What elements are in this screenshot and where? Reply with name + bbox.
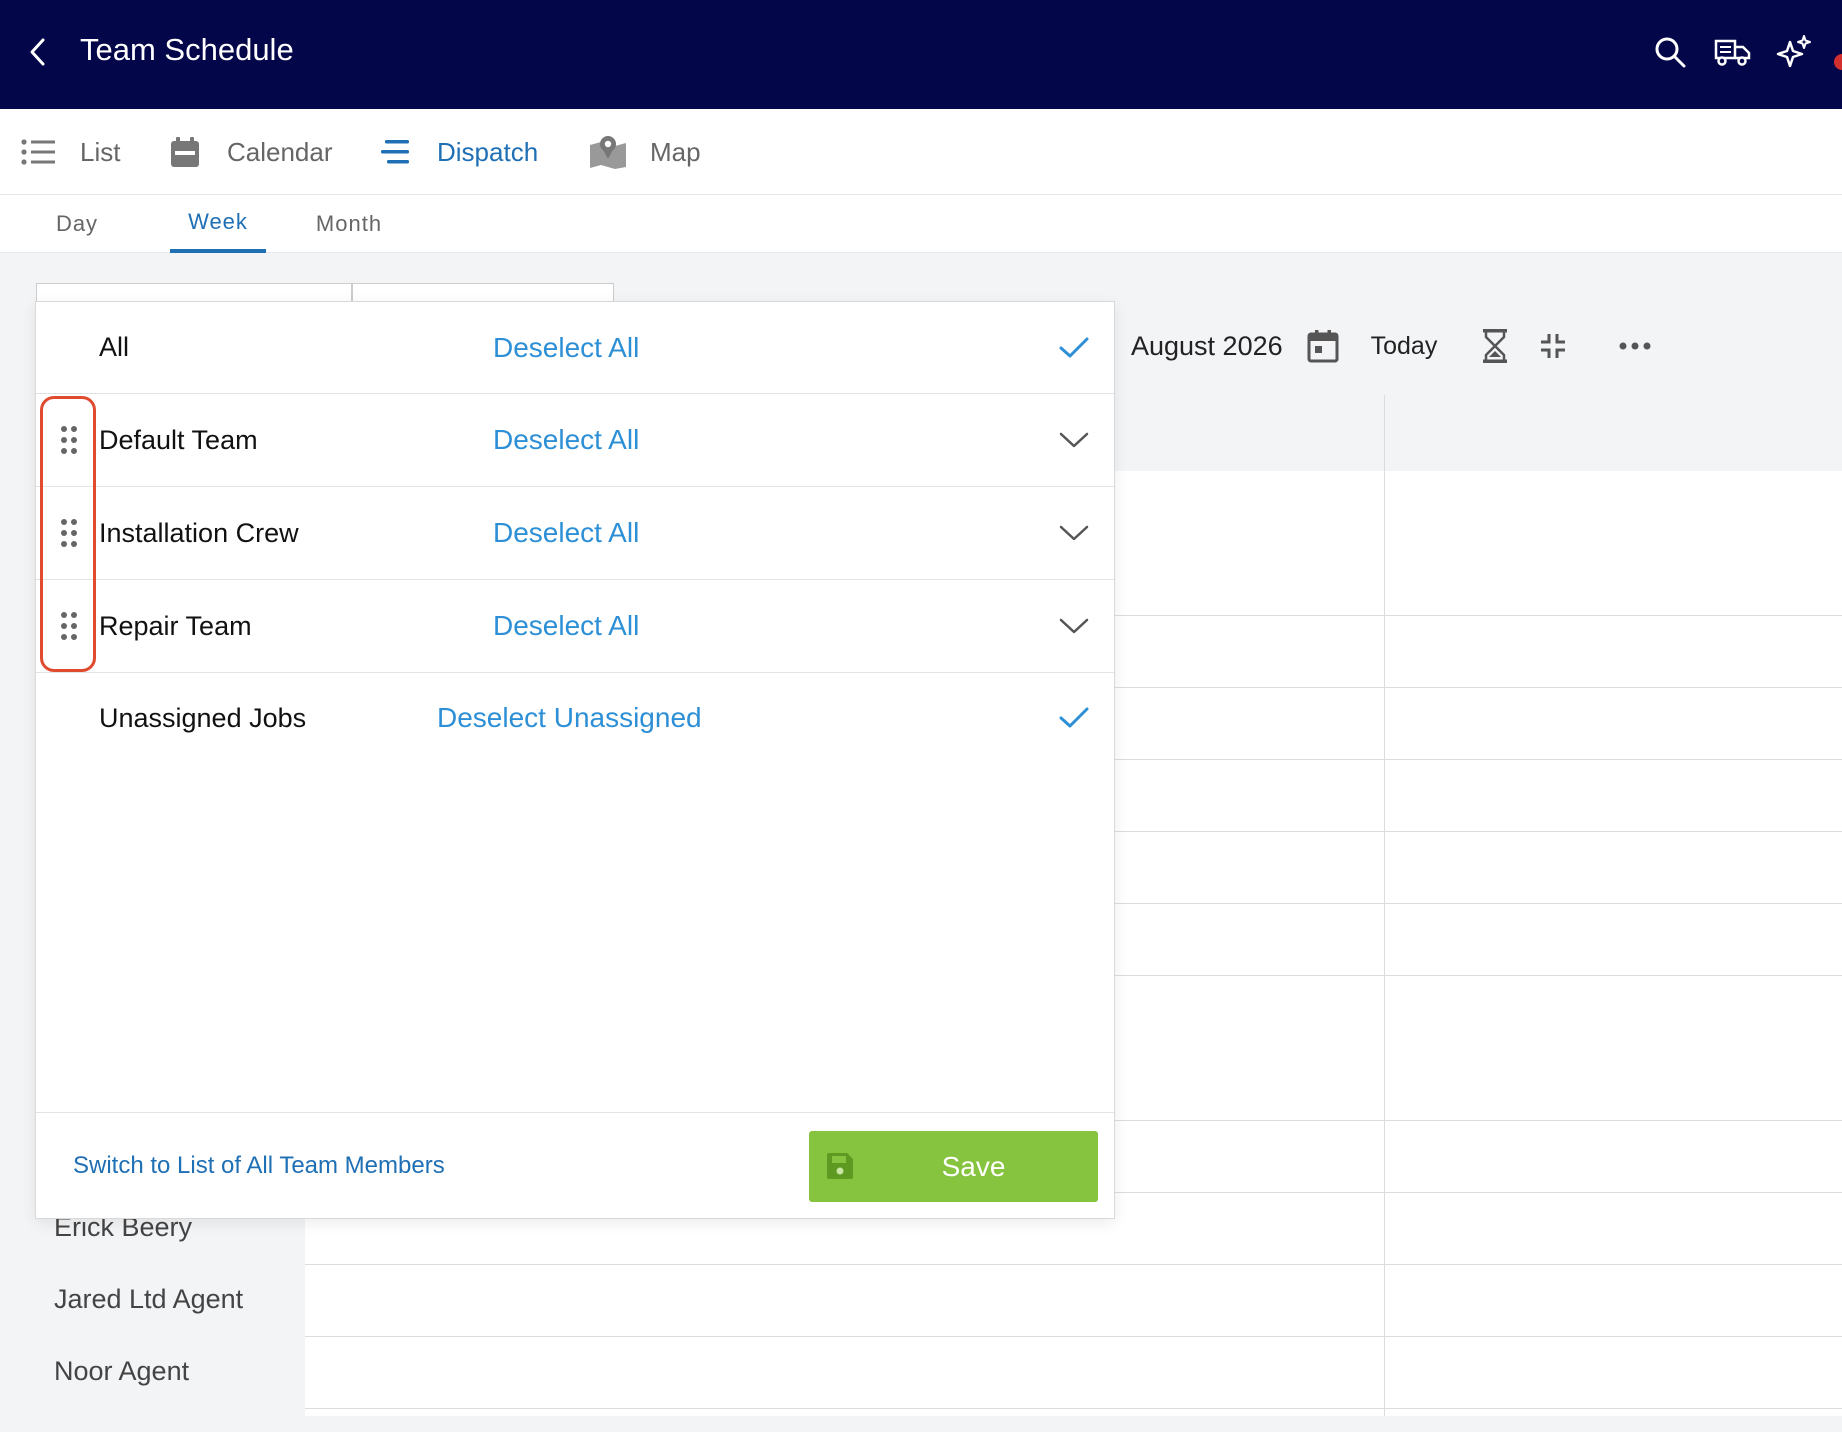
grid-row-line <box>305 1408 1842 1409</box>
deselect-all-link[interactable]: Deselect All <box>493 394 639 486</box>
filter-row-installation-crew[interactable]: Installation Crew Deselect All <box>36 487 1114 580</box>
filter-row-name: Repair Team <box>99 610 252 641</box>
save-button-label: Save <box>941 1150 1006 1182</box>
tab-week[interactable]: Week <box>170 195 266 253</box>
switch-to-members-link[interactable]: Switch to List of All Team Members <box>73 1113 445 1219</box>
skill-filter-select[interactable] <box>352 283 614 303</box>
chevron-down-icon[interactable] <box>1054 513 1094 553</box>
tab-dispatch[interactable]: Dispatch <box>375 109 538 195</box>
tab-month[interactable]: Month <box>305 195 393 253</box>
calendar-icon <box>165 132 205 172</box>
check-icon[interactable] <box>1054 328 1094 368</box>
deselect-all-link[interactable]: Deselect All <box>493 580 639 672</box>
truck-icon[interactable] <box>1710 30 1754 74</box>
more-icon[interactable] <box>1613 324 1657 368</box>
date-picker-icon[interactable] <box>1301 324 1345 368</box>
deselect-unassigned-link[interactable]: Deselect Unassigned <box>437 673 702 763</box>
team-filter-select[interactable] <box>36 283 352 303</box>
search-icon[interactable] <box>1648 30 1692 74</box>
map-icon <box>588 132 628 172</box>
collapse-icon[interactable] <box>1531 324 1575 368</box>
schedule-toolbar: August 2026 Today <box>1115 318 1657 374</box>
app-header: Team Schedule <box>0 0 1842 109</box>
dispatch-icon <box>375 132 415 172</box>
check-icon[interactable] <box>1054 698 1094 738</box>
chevron-down-icon[interactable] <box>1054 606 1094 646</box>
tab-list-label: List <box>80 136 121 167</box>
filter-row-name: All <box>99 332 130 362</box>
sparkle-icon[interactable] <box>1772 30 1816 74</box>
team-filter-panel: All Deselect All Default Team Deselect A… <box>35 301 1115 1219</box>
list-icon <box>18 132 58 172</box>
drag-handles-highlight <box>40 396 96 672</box>
filter-row-unassigned-jobs[interactable]: Unassigned Jobs Deselect Unassigned <box>36 673 1114 763</box>
save-button[interactable]: Save <box>809 1131 1098 1202</box>
tab-list[interactable]: List <box>18 109 120 195</box>
tab-map[interactable]: Map <box>588 109 701 195</box>
month-label: August 2026 <box>1131 330 1283 361</box>
range-tabs: Day Week Month <box>0 195 1842 253</box>
back-icon[interactable] <box>18 30 58 74</box>
hourglass-icon[interactable] <box>1473 324 1517 368</box>
member-name[interactable]: Noor Agent <box>54 1356 189 1387</box>
today-button[interactable]: Today <box>1371 332 1438 361</box>
tab-map-label: Map <box>650 136 701 167</box>
filter-row-all[interactable]: All Deselect All <box>36 302 1114 394</box>
member-list: Erick Beery Jared Ltd Agent Noor Agent <box>36 1200 305 1416</box>
filter-row-name: Unassigned Jobs <box>99 702 307 733</box>
deselect-all-link[interactable]: Deselect All <box>493 487 639 579</box>
chevron-down-icon[interactable] <box>1054 420 1094 460</box>
filter-row-default-team[interactable]: Default Team Deselect All <box>36 394 1114 487</box>
tab-day[interactable]: Day <box>40 195 114 253</box>
grid-divider <box>1384 395 1385 1416</box>
view-tabs: List Calendar Dispatch Map <box>0 109 1842 195</box>
page-title: Team Schedule <box>80 32 294 67</box>
grid-row-line <box>305 1264 1842 1265</box>
grid-row-line <box>305 1336 1842 1337</box>
panel-footer: Switch to List of All Team Members Save <box>36 1112 1114 1218</box>
tab-calendar-label: Calendar <box>227 136 333 167</box>
tab-dispatch-label: Dispatch <box>437 136 539 167</box>
deselect-all-link[interactable]: Deselect All <box>493 302 639 393</box>
filter-row-repair-team[interactable]: Repair Team Deselect All <box>36 580 1114 673</box>
filter-row-name: Installation Crew <box>99 517 299 548</box>
member-name[interactable]: Jared Ltd Agent <box>54 1284 243 1315</box>
notification-badge <box>1834 54 1842 70</box>
tab-calendar[interactable]: Calendar <box>165 109 333 195</box>
filter-row-name: Default Team <box>99 424 258 455</box>
